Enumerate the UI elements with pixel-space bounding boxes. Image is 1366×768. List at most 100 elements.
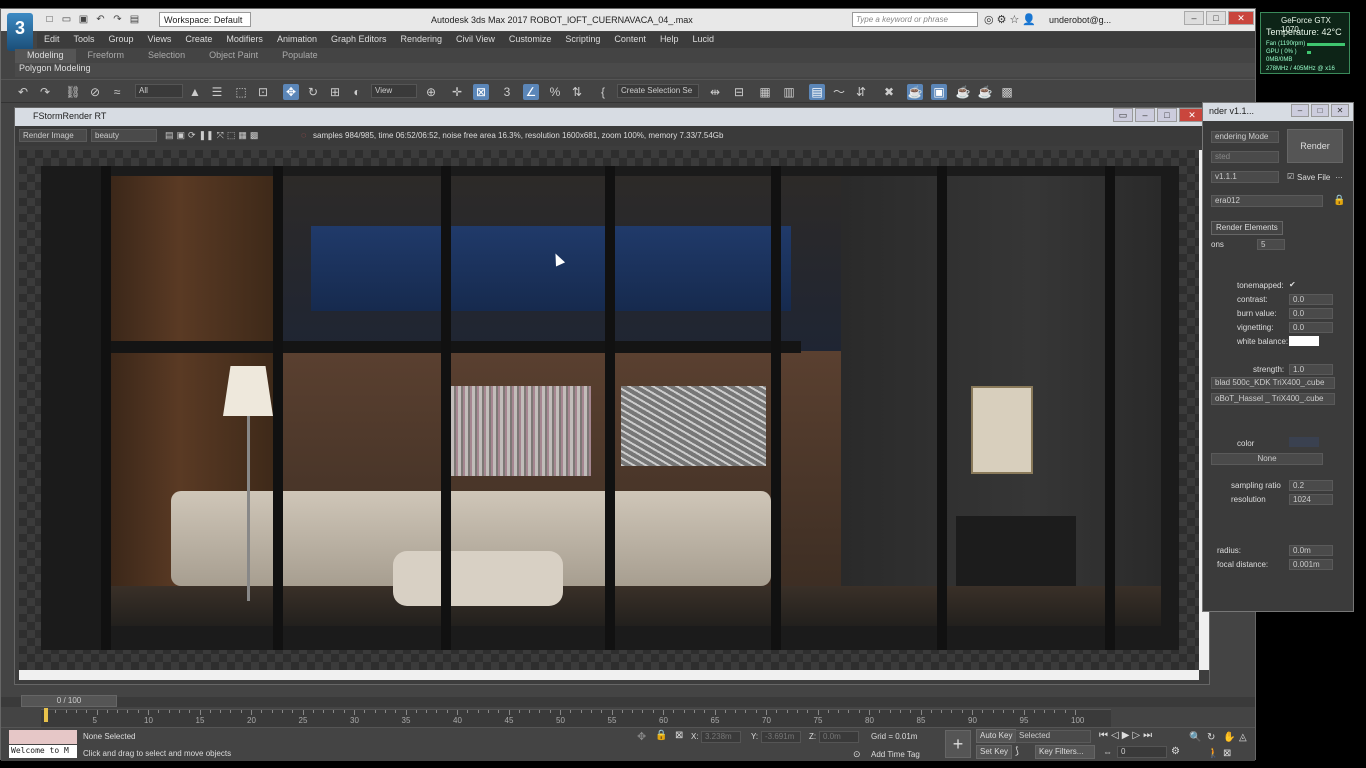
- set-key-plus-icon[interactable]: +: [945, 730, 971, 758]
- render-setup-maximize-button[interactable]: □: [1311, 104, 1329, 117]
- tab-populate[interactable]: Populate: [270, 49, 330, 63]
- align-icon[interactable]: ⊟: [731, 84, 747, 100]
- bind-space-warp-icon[interactable]: ≈: [109, 84, 125, 100]
- redo-icon[interactable]: ↷: [37, 84, 53, 100]
- menu-rendering[interactable]: Rendering: [394, 32, 450, 48]
- undo-icon[interactable]: ↶: [15, 84, 31, 100]
- vignetting-field[interactable]: 0.0: [1289, 322, 1333, 333]
- select-object-icon[interactable]: ▲: [187, 84, 203, 100]
- new-file-icon[interactable]: □: [43, 13, 56, 26]
- fstorm-maximize-button[interactable]: □: [1157, 108, 1177, 122]
- fstorm-title-bar[interactable]: FStormRender RT ▭ – □ ✕: [15, 108, 1209, 126]
- renderer-dropdown[interactable]: v1.1.1: [1211, 171, 1279, 183]
- menu-lucid[interactable]: Lucid: [685, 32, 721, 48]
- texture-map-button[interactable]: None: [1211, 453, 1323, 465]
- snap-3d-icon[interactable]: 3: [499, 84, 515, 100]
- resolution-field[interactable]: 1024: [1289, 494, 1333, 505]
- lock-icon[interactable]: 🔒: [655, 730, 667, 741]
- copy-image-icon[interactable]: ▣: [177, 130, 186, 141]
- isolate-icon[interactable]: ✥: [637, 730, 646, 743]
- render-mode-dropdown[interactable]: Render Image: [19, 129, 87, 142]
- tab-freeform[interactable]: Freeform: [76, 49, 137, 63]
- schematic-view-icon[interactable]: ⇵: [853, 84, 869, 100]
- undo-icon[interactable]: ↶: [94, 13, 107, 26]
- menu-help[interactable]: Help: [653, 32, 686, 48]
- material-editor-icon[interactable]: ✖: [881, 84, 897, 100]
- sampling-ratio-field[interactable]: 0.2: [1289, 480, 1333, 491]
- horizontal-scrollbar[interactable]: [19, 670, 1199, 680]
- render-setup-close-button[interactable]: ✕: [1331, 104, 1349, 117]
- menu-animation[interactable]: Animation: [270, 32, 324, 48]
- time-slider[interactable]: 0 / 100: [21, 695, 117, 707]
- save-image-icon[interactable]: ▤: [165, 130, 174, 141]
- render-active-icon[interactable]: ☕: [977, 84, 993, 100]
- rotate-icon[interactable]: ↻: [305, 84, 321, 100]
- angle-snap-icon[interactable]: ∠: [523, 84, 539, 100]
- walk-through-icon[interactable]: 🚶: [1207, 748, 1219, 759]
- histogram-icon[interactable]: ▩: [250, 130, 259, 141]
- ribbon-toggle-icon[interactable]: ▤: [809, 84, 825, 100]
- fstorm-restore-button[interactable]: ▭: [1113, 108, 1133, 122]
- preset-dropdown[interactable]: sted: [1211, 151, 1279, 163]
- render-setup-minimize-button[interactable]: –: [1291, 104, 1309, 117]
- reference-coordinate-dropdown[interactable]: View: [371, 84, 417, 98]
- refresh-icon[interactable]: ⟳: [188, 130, 196, 141]
- maximize-button[interactable]: □: [1206, 11, 1226, 25]
- workspace-dropdown[interactable]: Workspace: Default: [159, 12, 251, 27]
- menu-views[interactable]: Views: [141, 32, 179, 48]
- mirror-icon[interactable]: ⇹: [707, 84, 723, 100]
- absolute-mode-icon[interactable]: ⊠: [675, 730, 683, 741]
- user-icon[interactable]: 👤: [1022, 13, 1036, 26]
- menu-edit[interactable]: Edit: [37, 32, 67, 48]
- maximize-viewport-icon[interactable]: ⊠: [1223, 748, 1231, 759]
- channel-dropdown[interactable]: beauty: [91, 129, 157, 142]
- menu-create[interactable]: Create: [178, 32, 219, 48]
- binoculars-icon[interactable]: ◎: [984, 13, 994, 26]
- view-to-render-dropdown[interactable]: era012: [1211, 195, 1323, 207]
- more-options-icon[interactable]: …: [1335, 171, 1343, 180]
- go-to-start-icon[interactable]: ⏮: [1099, 730, 1108, 741]
- render-canvas[interactable]: [19, 150, 1199, 676]
- connect-icon[interactable]: ⚙: [997, 13, 1007, 26]
- menu-civil-view[interactable]: Civil View: [449, 32, 502, 48]
- iterations-field[interactable]: 5: [1257, 239, 1285, 250]
- project-icon[interactable]: ▤: [128, 13, 141, 26]
- maxscript-listener[interactable]: [9, 730, 77, 744]
- scale-icon[interactable]: ⊞: [327, 84, 343, 100]
- rendered-frame-window-icon[interactable]: ▣: [931, 84, 947, 100]
- spinner-snap-icon[interactable]: ⇅: [569, 84, 585, 100]
- manipulate-icon[interactable]: ✛: [449, 84, 465, 100]
- percent-snap-icon[interactable]: %: [547, 84, 563, 100]
- time-tag-icon[interactable]: ⊙: [853, 749, 861, 760]
- pan-icon[interactable]: ✋: [1223, 732, 1235, 743]
- move-icon[interactable]: ✥: [283, 84, 299, 100]
- menu-modifiers[interactable]: Modifiers: [219, 32, 270, 48]
- add-time-tag[interactable]: Add Time Tag: [871, 750, 920, 759]
- scene-explorer-icon[interactable]: ▦: [757, 84, 773, 100]
- named-selection-dropdown[interactable]: Create Selection Se: [617, 84, 699, 98]
- tab-modeling[interactable]: Modeling: [15, 49, 76, 63]
- key-mode-toggle-icon[interactable]: ⇔: [1103, 747, 1112, 757]
- search-input[interactable]: Type a keyword or phrase: [852, 12, 978, 27]
- maxscript-mini-listener[interactable]: Welcome to M: [9, 745, 77, 758]
- layer-explorer-icon[interactable]: ▥: [781, 84, 797, 100]
- fit-icon[interactable]: ⤧: [217, 130, 224, 141]
- region-icon[interactable]: ⬚: [227, 130, 236, 141]
- keyboard-shortcut-icon[interactable]: ⊠: [473, 84, 489, 100]
- menu-tools[interactable]: Tools: [67, 32, 102, 48]
- save-icon[interactable]: ▣: [77, 13, 90, 26]
- x-coordinate-field[interactable]: 3.238m: [701, 731, 741, 743]
- minimize-button[interactable]: –: [1184, 11, 1204, 25]
- pivot-icon[interactable]: ⊕: [423, 84, 439, 100]
- menu-customize[interactable]: Customize: [502, 32, 559, 48]
- strength-field[interactable]: 1.0: [1289, 364, 1333, 375]
- render-grid-icon[interactable]: ▩: [999, 84, 1015, 100]
- radius-field[interactable]: 0.0m: [1289, 545, 1333, 556]
- tab-object-paint[interactable]: Object Paint: [197, 49, 270, 63]
- tonemapped-checkbox[interactable]: ✔: [1289, 280, 1296, 289]
- field-of-view-icon[interactable]: ◬: [1239, 732, 1247, 743]
- auto-key-button[interactable]: Auto Key: [976, 729, 1017, 743]
- playhead[interactable]: [44, 708, 48, 722]
- previous-frame-icon[interactable]: ◁: [1111, 730, 1119, 741]
- edit-named-selection-icon[interactable]: {: [595, 84, 611, 100]
